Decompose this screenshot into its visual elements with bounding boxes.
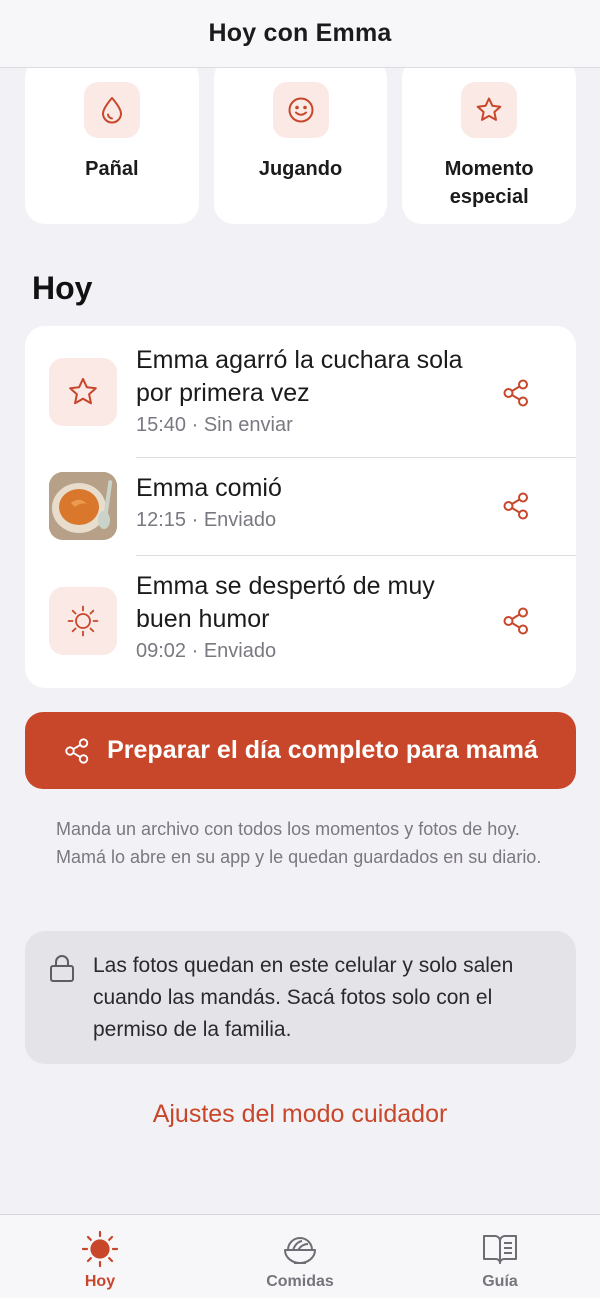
quick-actions: Pañal Jugando Momento especial	[25, 58, 577, 224]
smile-icon	[272, 82, 329, 138]
share-icon[interactable]	[501, 606, 531, 636]
privacy-notice-text: Las fotos quedan en este celular y solo …	[93, 954, 514, 1041]
tab-meals[interactable]: Comidas	[200, 1215, 400, 1298]
bowl-icon	[284, 1237, 316, 1264]
moment-title: Emma comió	[136, 474, 282, 502]
list-item[interactable]: Emma se despertó de muy buen humor 09:02…	[25, 556, 576, 688]
food-photo	[49, 472, 117, 540]
prepare-day-label: Preparar el día completo para mamá	[107, 736, 538, 764]
moment-time: 09:02 · Enviado	[136, 640, 277, 662]
quick-action-special-moment[interactable]: Momento especial	[402, 58, 577, 224]
tab-label: Hoy	[84, 1273, 116, 1290]
lock-icon	[50, 955, 74, 982]
tab-label: Comidas	[266, 1273, 334, 1290]
list-item[interactable]: Emma comió 12:15 · Enviado	[25, 458, 576, 555]
star-icon	[49, 358, 117, 426]
share-icon	[65, 737, 89, 764]
prepare-day-button[interactable]: Preparar el día completo para mamá	[25, 712, 576, 789]
drop-icon	[83, 82, 140, 138]
tab-bar: Hoy Comidas Guía	[0, 1214, 600, 1298]
quick-action-playing[interactable]: Jugando	[213, 58, 388, 224]
tab-today[interactable]: Hoy	[0, 1215, 200, 1298]
share-icon[interactable]	[501, 491, 531, 521]
quick-action-label: Pañal	[85, 158, 139, 180]
quick-action-label: Momento especial	[444, 158, 534, 208]
tab-label: Guía	[482, 1273, 518, 1290]
moment-title: Emma se despertó de muy buen humor	[136, 572, 435, 633]
list-item[interactable]: Emma agarró la cuchara sola por primera …	[25, 326, 576, 457]
moment-time: 12:15 · Enviado	[136, 509, 277, 531]
page-title: Hoy con Emma	[208, 19, 392, 47]
quick-action-label: Jugando	[258, 158, 343, 180]
moment-title: Emma agarró la cuchara sola por primera …	[136, 346, 463, 407]
moments-list: Emma agarró la cuchara sola por primera …	[25, 326, 576, 688]
caregiver-settings-link[interactable]: Ajustes del modo cuidador	[0, 1100, 600, 1129]
section-title: Hoy	[32, 270, 93, 306]
sun-icon	[81, 1230, 119, 1268]
quick-action-diaper[interactable]: Pañal	[25, 58, 199, 224]
moment-time: 15:40 · Sin enviar	[136, 414, 293, 436]
helper-text: Manda un archivo con todos los momentos …	[56, 819, 542, 867]
tab-guide[interactable]: Guía	[400, 1215, 600, 1298]
star-icon	[461, 82, 518, 138]
book-icon	[483, 1235, 517, 1264]
app-header: Hoy con Emma	[0, 0, 600, 68]
privacy-notice: Las fotos quedan en este celular y solo …	[25, 931, 576, 1064]
share-icon[interactable]	[501, 378, 531, 408]
sun-icon	[49, 587, 117, 655]
